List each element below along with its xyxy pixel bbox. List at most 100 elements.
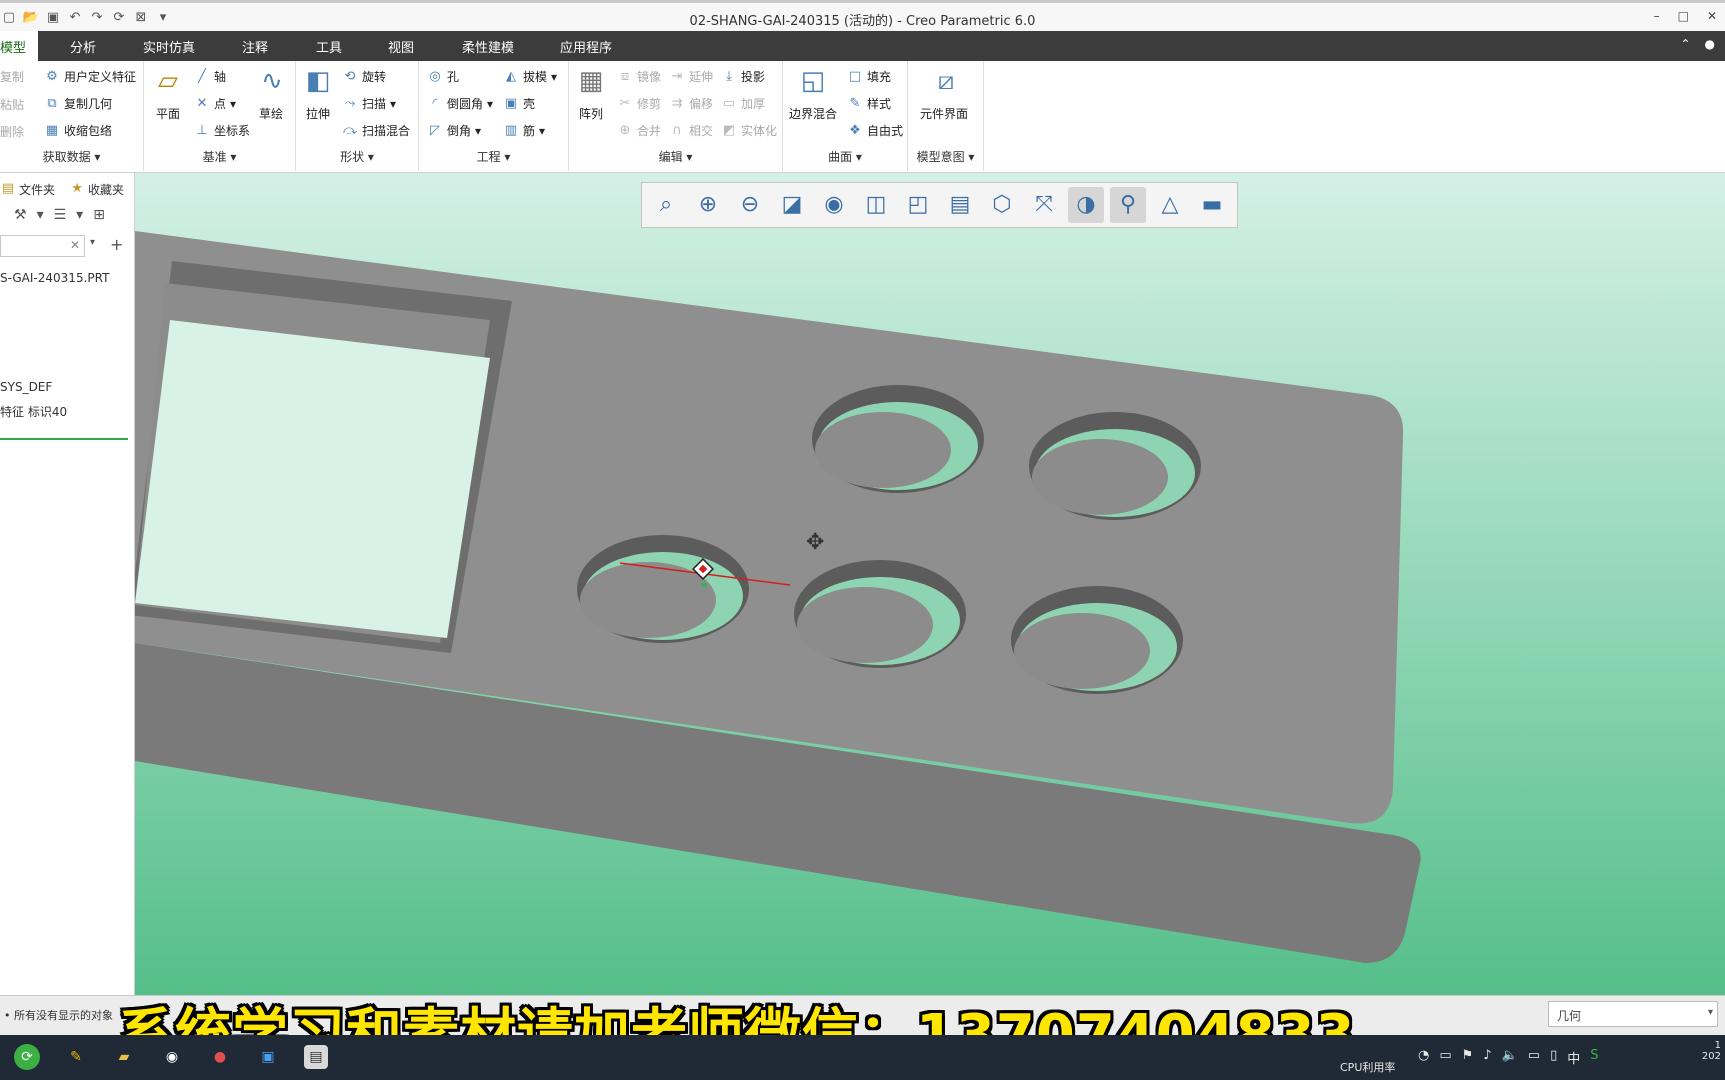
solidify-button[interactable]: ◩ 实体化	[721, 122, 777, 139]
project-button[interactable]: ⤓ 投影	[721, 68, 765, 85]
taskbar-folder-icon[interactable]: ▰	[112, 1045, 136, 1069]
paste-button[interactable]: 粘贴	[0, 96, 24, 113]
shell-button[interactable]: ▣ 壳	[503, 95, 535, 112]
trim-button[interactable]: ✂ 修剪	[617, 95, 661, 112]
battery-icon[interactable]: ▯	[1550, 1048, 1557, 1067]
tab-model[interactable]: 模型	[0, 31, 39, 61]
tab-annotate[interactable]: 注释	[242, 37, 268, 56]
group-label-model-intent[interactable]: 模型意图 ▾	[908, 148, 983, 165]
component-interface-icon[interactable]: ⧄	[930, 65, 962, 97]
group-label-get-data[interactable]: 获取数据 ▾	[0, 148, 143, 165]
round-button[interactable]: ◜ 倒圆角 ▾	[427, 95, 493, 112]
sketch-icon[interactable]: ∿	[256, 65, 288, 97]
model-canvas[interactable]	[135, 173, 1725, 995]
tree-options-icon[interactable]: ⊞	[93, 207, 105, 231]
graphics-viewport[interactable]	[135, 173, 1725, 995]
udf-button[interactable]: ⚙ 用户定义特征	[44, 68, 136, 85]
tab-analysis[interactable]: 分析	[70, 37, 96, 56]
taskbar-creo-icon[interactable]: ▤	[304, 1045, 328, 1069]
axis-button[interactable]: ╱ 轴	[194, 68, 226, 85]
volume-icon[interactable]: 🔈	[1502, 1048, 1518, 1067]
help-icon[interactable]: ●	[1705, 37, 1715, 51]
intersect-button[interactable]: ∩ 相交	[669, 122, 713, 139]
network-icon[interactable]: ◔	[1418, 1048, 1429, 1067]
rib-button[interactable]: ▥ 筋 ▾	[503, 122, 545, 139]
group-label-surfaces[interactable]: 曲面 ▾	[783, 148, 907, 165]
boundary-blend-icon[interactable]: ◱	[797, 65, 829, 97]
merge-button[interactable]: ⊕ 合并	[617, 122, 661, 139]
repaint-icon[interactable]: ◪	[774, 187, 810, 223]
swept-blend-button[interactable]: ⤼ 扫描混合	[342, 122, 410, 139]
filter-dropdown-icon[interactable]: ▾	[1708, 1007, 1713, 1018]
fill-button[interactable]: □ 填充	[847, 68, 891, 85]
group-label-shapes[interactable]: 形状 ▾	[296, 148, 418, 165]
revolve-button[interactable]: ⟲ 旋转	[342, 68, 386, 85]
delete-button[interactable]: 删除	[0, 123, 24, 140]
chamfer-button[interactable]: ◸ 倒角 ▾	[427, 122, 481, 139]
datum-display-icon[interactable]: ⤧	[1026, 187, 1062, 223]
taskbar-app4-icon[interactable]: ▣	[256, 1045, 280, 1069]
view-manager-icon[interactable]: ◰	[900, 187, 936, 223]
taskbar-app2-icon[interactable]: ◉	[160, 1045, 184, 1069]
tab-applications[interactable]: 应用程序	[560, 37, 612, 56]
draft-button[interactable]: ◭ 拔模 ▾	[503, 68, 557, 85]
clock[interactable]: 1 202	[1702, 1040, 1721, 1062]
sogou-icon[interactable]: S	[1590, 1048, 1598, 1067]
tab-live-simulation[interactable]: 实时仿真	[143, 37, 195, 56]
show-dropdown-icon[interactable]: ▾	[37, 207, 44, 231]
csys-button[interactable]: ⊥ 坐标系	[194, 122, 250, 139]
thicken-button[interactable]: ▭ 加厚	[721, 95, 765, 112]
tab-tools[interactable]: 工具	[316, 37, 342, 56]
selection-filter[interactable]: 几何 ▾	[1548, 1001, 1718, 1027]
tab-favorites[interactable]: ★ 收藏夹	[69, 177, 124, 201]
copy-button[interactable]: 复制	[0, 68, 24, 85]
style-button[interactable]: ✎ 样式	[847, 95, 891, 112]
render-icon[interactable]: ▬	[1194, 187, 1230, 223]
collapse-ribbon-icon[interactable]: ⌃	[1680, 37, 1690, 51]
ime-indicator[interactable]: 中	[1567, 1048, 1580, 1067]
appearance-icon[interactable]: △	[1152, 187, 1188, 223]
extend-button[interactable]: ⇥ 延伸	[669, 68, 713, 85]
group-label-datum[interactable]: 基准 ▾	[144, 148, 295, 165]
section-icon[interactable]: ▤	[942, 187, 978, 223]
spin-center-icon[interactable]: ⚲	[1110, 187, 1146, 223]
pattern-icon[interactable]: ▦	[575, 65, 607, 97]
extrude-icon[interactable]: ◧	[302, 65, 334, 97]
zoom-out-icon[interactable]: ⊖	[732, 187, 768, 223]
maximize-button[interactable]: □	[1678, 9, 1689, 23]
tree-item-csys[interactable]: SYS_DEF	[0, 380, 52, 394]
mirror-button[interactable]: ⧈ 镜像	[617, 68, 661, 85]
group-label-editing[interactable]: 编辑 ▾	[569, 148, 782, 165]
freestyle-button[interactable]: ❖ 自由式	[847, 122, 903, 139]
tree-item-feature[interactable]: 特征 标识40	[0, 403, 67, 420]
tree-settings-icon[interactable]: ⚒	[14, 207, 27, 231]
tree-filter-icon[interactable]: ▾	[76, 207, 83, 231]
taskbar-app-icon[interactable]: ✎	[64, 1045, 88, 1069]
display-style-icon[interactable]: ◉	[816, 187, 852, 223]
minimize-button[interactable]: –	[1654, 9, 1660, 23]
add-icon[interactable]: +	[110, 235, 123, 254]
tree-search-input[interactable]: ✕	[0, 235, 85, 257]
refit-icon[interactable]: ⌕	[648, 187, 684, 223]
copy-geometry-button[interactable]: ⧉ 复制几何	[44, 95, 112, 112]
perspective-icon[interactable]: ⬡	[984, 187, 1020, 223]
sweep-button[interactable]: ⤳ 扫描 ▾	[342, 95, 396, 112]
input-method-icon[interactable]: ▭	[1439, 1048, 1451, 1067]
zoom-in-icon[interactable]: ⊕	[690, 187, 726, 223]
offset-button[interactable]: ⇉ 偏移	[669, 95, 713, 112]
plane-icon[interactable]: ▱	[152, 65, 184, 97]
hole-button[interactable]: ◎ 孔	[427, 68, 459, 85]
tree-columns-icon[interactable]: ☰	[54, 207, 67, 231]
mic-icon[interactable]: ♪	[1483, 1048, 1491, 1067]
insert-indicator[interactable]	[0, 438, 128, 440]
shrinkwrap-button[interactable]: ▦ 收缩包络	[44, 122, 112, 139]
clear-search-icon[interactable]: ✕	[70, 238, 80, 252]
display-icon[interactable]: ▭	[1528, 1048, 1540, 1067]
tab-flexible-modeling[interactable]: 柔性建模	[462, 37, 514, 56]
tab-view[interactable]: 视图	[388, 37, 414, 56]
tree-item-part[interactable]: S-GAI-240315.PRT	[0, 271, 109, 285]
start-button[interactable]: ⟳	[14, 1044, 40, 1070]
taskbar-app3-icon[interactable]: ●	[208, 1045, 232, 1069]
search-dropdown-icon[interactable]: ▾	[90, 237, 95, 248]
security-icon[interactable]: ⚑	[1462, 1048, 1474, 1067]
